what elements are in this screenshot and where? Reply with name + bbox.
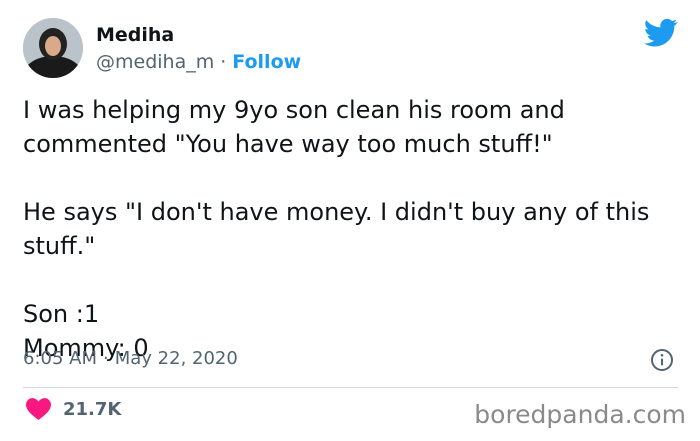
like-button[interactable]: 21.7K bbox=[26, 398, 121, 420]
author-handle-row: @mediha_m · Follow bbox=[96, 50, 301, 74]
tweet-timestamp[interactable]: 6:05 AM · May 22, 2020 bbox=[23, 347, 238, 371]
follow-button[interactable]: Follow bbox=[232, 51, 301, 73]
avatar[interactable] bbox=[23, 18, 83, 78]
like-count: 21.7K bbox=[63, 398, 122, 420]
watermark: boredpanda.com bbox=[474, 400, 686, 429]
info-icon[interactable] bbox=[650, 348, 674, 372]
tweet-time: 6:05 AM bbox=[23, 348, 97, 369]
twitter-bird-icon[interactable] bbox=[644, 18, 678, 48]
handle-separator: · bbox=[220, 51, 227, 73]
tweet-paragraph: He says "I don't have money. I didn't bu… bbox=[23, 198, 650, 260]
divider bbox=[23, 387, 678, 388]
author-name[interactable]: Mediha bbox=[96, 23, 174, 47]
tweet-text: I was helping my 9yo son clean his room … bbox=[23, 93, 673, 365]
timestamp-separator: · bbox=[103, 348, 109, 369]
tweet-paragraph: I was helping my 9yo son clean his room … bbox=[23, 96, 565, 158]
author-handle[interactable]: @mediha_m bbox=[96, 51, 214, 73]
tweet-score-line: Son :1 bbox=[23, 300, 100, 328]
heart-icon[interactable] bbox=[26, 398, 51, 420]
tweet-date: May 22, 2020 bbox=[114, 348, 238, 369]
